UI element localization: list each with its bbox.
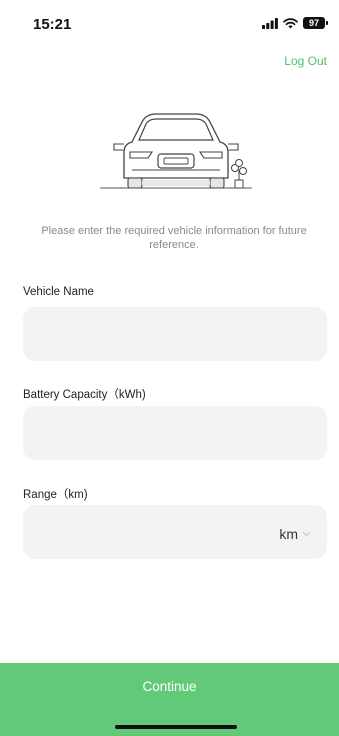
range-unit-select[interactable]: km <box>279 526 311 542</box>
wifi-icon <box>283 17 298 28</box>
vehicle-name-input[interactable] <box>23 307 327 361</box>
status-icons: 97 <box>262 17 328 29</box>
cellular-signal-icon <box>262 17 278 29</box>
continue-button[interactable]: Continue <box>0 663 339 709</box>
vehicle-name-label: Vehicle Name <box>23 286 94 298</box>
intro-text: Please enter the required vehicle inform… <box>41 225 307 251</box>
continue-bar: Continue <box>0 663 339 736</box>
screen: 15:21 97 Log Out Please enter the requir… <box>0 0 339 736</box>
range-label: Range（km) <box>23 489 88 501</box>
range-unit-value: km <box>279 526 298 542</box>
status-time: 15:21 <box>33 16 72 33</box>
battery-icon: 97 <box>303 17 328 29</box>
car-illustration-icon <box>100 113 252 189</box>
battery-capacity-input[interactable] <box>23 406 327 460</box>
chevron-down-icon <box>302 531 311 537</box>
home-indicator <box>115 725 237 729</box>
status-bar: 15:21 97 <box>0 0 339 46</box>
battery-capacity-label: Battery Capacity（kWh) <box>23 389 146 401</box>
logout-link[interactable]: Log Out <box>284 54 327 68</box>
